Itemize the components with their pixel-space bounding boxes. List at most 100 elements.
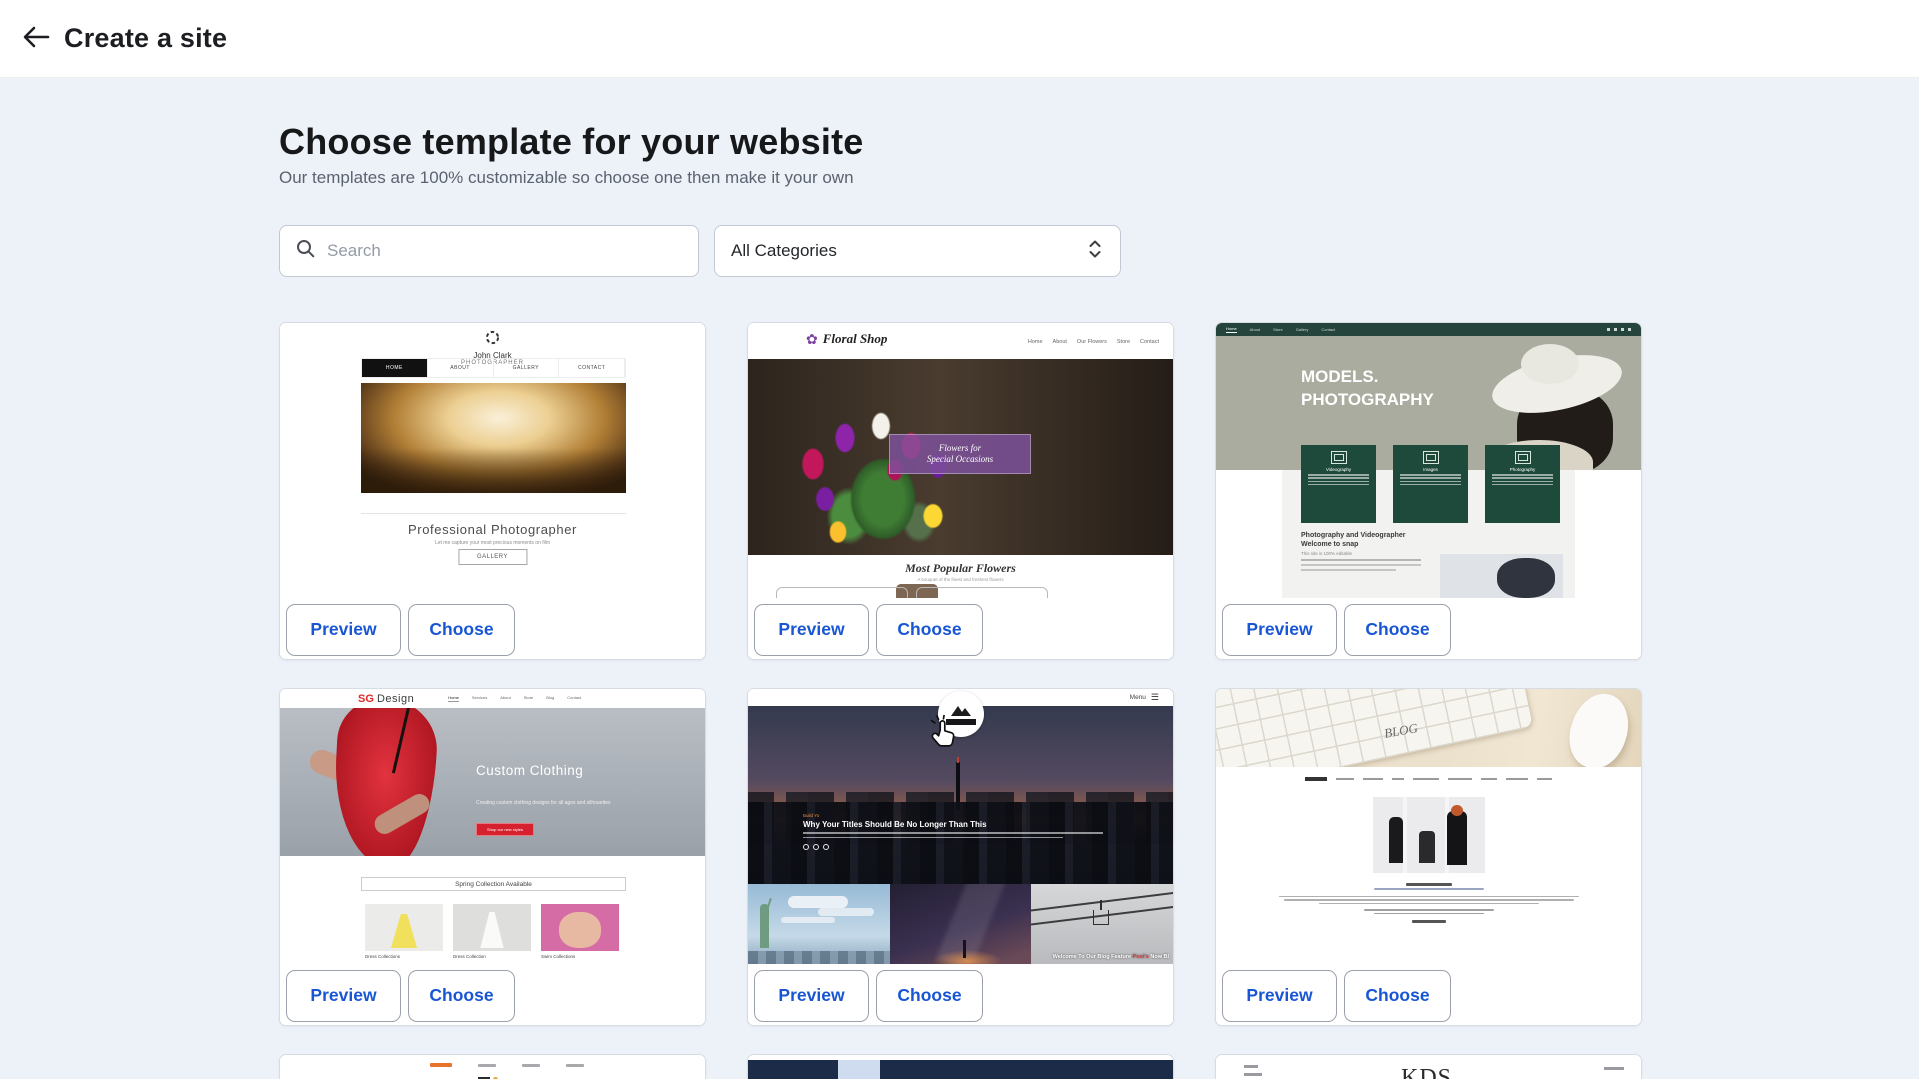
preview-button[interactable]: Preview	[286, 970, 401, 1022]
mini-nav: HOME BIO STORE WORKSHOPS CONTACT	[748, 1060, 1173, 1079]
template-thumbnail-partial-right: KDS	[1216, 1055, 1641, 1079]
mini-nav-item: Store	[524, 695, 534, 702]
mini-heading: Professional Photographer	[280, 522, 705, 537]
template-card-keyboard-blog: BLOG	[1215, 688, 1642, 1026]
template-card-partial-right: KDS	[1215, 1054, 1642, 1079]
salon-photo	[1373, 797, 1485, 873]
mini-nav-active-tab: HOME	[838, 1060, 880, 1079]
template-thumbnail-partial-center: HOME BIO STORE WORKSHOPS CONTACT	[748, 1055, 1173, 1079]
keyboard-desk-photo: BLOG	[1216, 689, 1641, 767]
template-thumbnail-city-blog: Menu ☰ Build Yo Why Your Titles Should B…	[748, 689, 1173, 964]
mini-nav-item: About	[1250, 327, 1260, 332]
choose-button[interactable]: Choose	[876, 604, 983, 656]
carousel-dots	[803, 844, 1103, 850]
camera-icon	[1515, 451, 1531, 464]
mini-nav-item: Store	[1273, 327, 1283, 332]
search-input[interactable]	[327, 241, 657, 261]
image-icon	[1423, 451, 1439, 464]
choose-button[interactable]: Choose	[876, 970, 983, 1022]
template-card-partial-center: HOME BIO STORE WORKSHOPS CONTACT	[747, 1054, 1174, 1079]
social-icons	[1607, 328, 1631, 331]
template-thumbnail-photographer: John Clark PHOTOGRAPHER HOME ABOUT GALLE…	[280, 323, 705, 598]
makeup-model-photo	[1440, 554, 1563, 598]
mini-gallery-button: GALLERY	[458, 549, 527, 565]
template-card-partial-left	[279, 1054, 706, 1079]
statue-of-liberty-photo	[748, 884, 890, 964]
thumb-caption: Welcome To Our Blog Feature Post's Now B…	[1053, 954, 1169, 960]
page-title: Create a site	[64, 23, 227, 54]
feature-card: Videography	[1301, 445, 1376, 523]
search-box[interactable]	[279, 225, 699, 277]
mini-nav: Home About Store Gallery Contact	[1216, 323, 1641, 336]
film-icon	[1331, 451, 1347, 464]
template-thumbnail-sg-design: SG Design Home Services About Store Blog…	[280, 689, 705, 964]
camera-aperture-icon	[485, 332, 500, 349]
mini-nav	[430, 1063, 584, 1067]
mini-hero-subtitle: Creating custom clothing designs for all…	[476, 800, 636, 807]
template-card-city-blog: Menu ☰ Build Yo Why Your Titles Should B…	[747, 688, 1174, 1026]
main-content: Choose template for your website Our tem…	[0, 78, 1919, 1079]
mini-nav-item: Contact	[567, 695, 581, 702]
choose-button[interactable]: Choose	[408, 970, 515, 1022]
choose-button[interactable]: Choose	[408, 604, 515, 656]
mini-nav: Home Services About Store Blog Contact	[448, 695, 581, 702]
mini-nav-item: CONTACT	[559, 359, 625, 377]
preview-button[interactable]: Preview	[1222, 604, 1337, 656]
template-thumbnail-floral-shop: ✿ Floral Shop Home About Our Flowers Sto…	[748, 323, 1173, 598]
mini-nav-item: About	[1053, 339, 1067, 345]
mini-heading: Most Popular Flowers	[748, 561, 1173, 576]
mini-shop-button: Shop our new styles	[476, 823, 534, 836]
mini-banner: Spring Collection Available	[361, 877, 626, 891]
category-select[interactable]: All Categories	[714, 225, 1121, 277]
cursor-pointer-icon	[928, 715, 958, 754]
night-sky-photo	[890, 884, 1032, 964]
app-header: Create a site	[0, 0, 1919, 78]
feature-card: Photography	[1485, 445, 1560, 523]
section-heading: Choose template for your website	[279, 122, 1919, 162]
back-arrow-icon	[22, 25, 50, 52]
mini-nav-item: GALLERY	[494, 359, 560, 377]
select-chevrons-icon	[1088, 239, 1102, 264]
mini-nav-item: Home	[1028, 339, 1043, 345]
mini-nav-item: Blog	[546, 695, 554, 702]
template-thumbnail-keyboard-blog: BLOG	[1216, 689, 1641, 964]
product-caption: Swim Collections	[541, 954, 575, 959]
back-button[interactable]	[14, 17, 58, 61]
mini-hero-title: Why Your Titles Should Be No Longer Than…	[803, 820, 1103, 829]
category-selected-value: All Categories	[731, 241, 837, 261]
mini-nav-item: About	[500, 695, 510, 702]
choose-button[interactable]: Choose	[1344, 604, 1451, 656]
preview-button[interactable]: Preview	[286, 604, 401, 656]
search-icon	[296, 239, 315, 263]
red-dress-photo: Custom Clothing Creating custom clothing…	[280, 708, 705, 856]
mini-nav-item: ABOUT	[428, 359, 494, 377]
mini-nav-item: Store	[1117, 339, 1130, 345]
template-card-photographer: John Clark PHOTOGRAPHER HOME ABOUT GALLE…	[279, 322, 706, 660]
mini-hero-title: Custom Clothing	[476, 763, 583, 778]
product-caption: Dress Collection	[453, 954, 486, 959]
mini-brand: SG Design	[358, 693, 414, 705]
sunset-field-photo	[361, 383, 626, 493]
preview-button[interactable]: Preview	[754, 604, 869, 656]
choose-button[interactable]: Choose	[1344, 970, 1451, 1022]
mini-brand: Floral Shop	[823, 331, 888, 347]
mini-nav-item: Contact	[1140, 339, 1159, 345]
flower-icon: ✿	[806, 332, 818, 346]
product-photo	[453, 904, 531, 951]
mini-subheading: A bouquet of the finest and freshest flo…	[748, 577, 1173, 582]
mini-brand: KDS	[1401, 1065, 1452, 1079]
preview-button[interactable]: Preview	[754, 970, 869, 1022]
preview-button[interactable]: Preview	[1222, 970, 1337, 1022]
template-card-sg-design: SG Design Home Services About Store Blog…	[279, 688, 706, 1026]
product-photo	[541, 904, 619, 951]
mini-nav-item: Our Flowers	[1077, 339, 1107, 345]
mini-menu: Menu ☰	[1130, 693, 1159, 702]
hero-overlay-box: Flowers for Special Occasions	[889, 434, 1031, 474]
mini-nav-item: Gallery	[1296, 327, 1309, 332]
mouse-photo	[1561, 689, 1638, 767]
template-card-models-photography: Home About Store Gallery Contact MODELS.…	[1215, 322, 1642, 660]
hamburger-icon: ☰	[1151, 693, 1159, 702]
template-thumbnail-partial-left	[280, 1055, 705, 1079]
mini-nav-item: HOME	[362, 359, 428, 377]
product-photo	[365, 904, 443, 951]
